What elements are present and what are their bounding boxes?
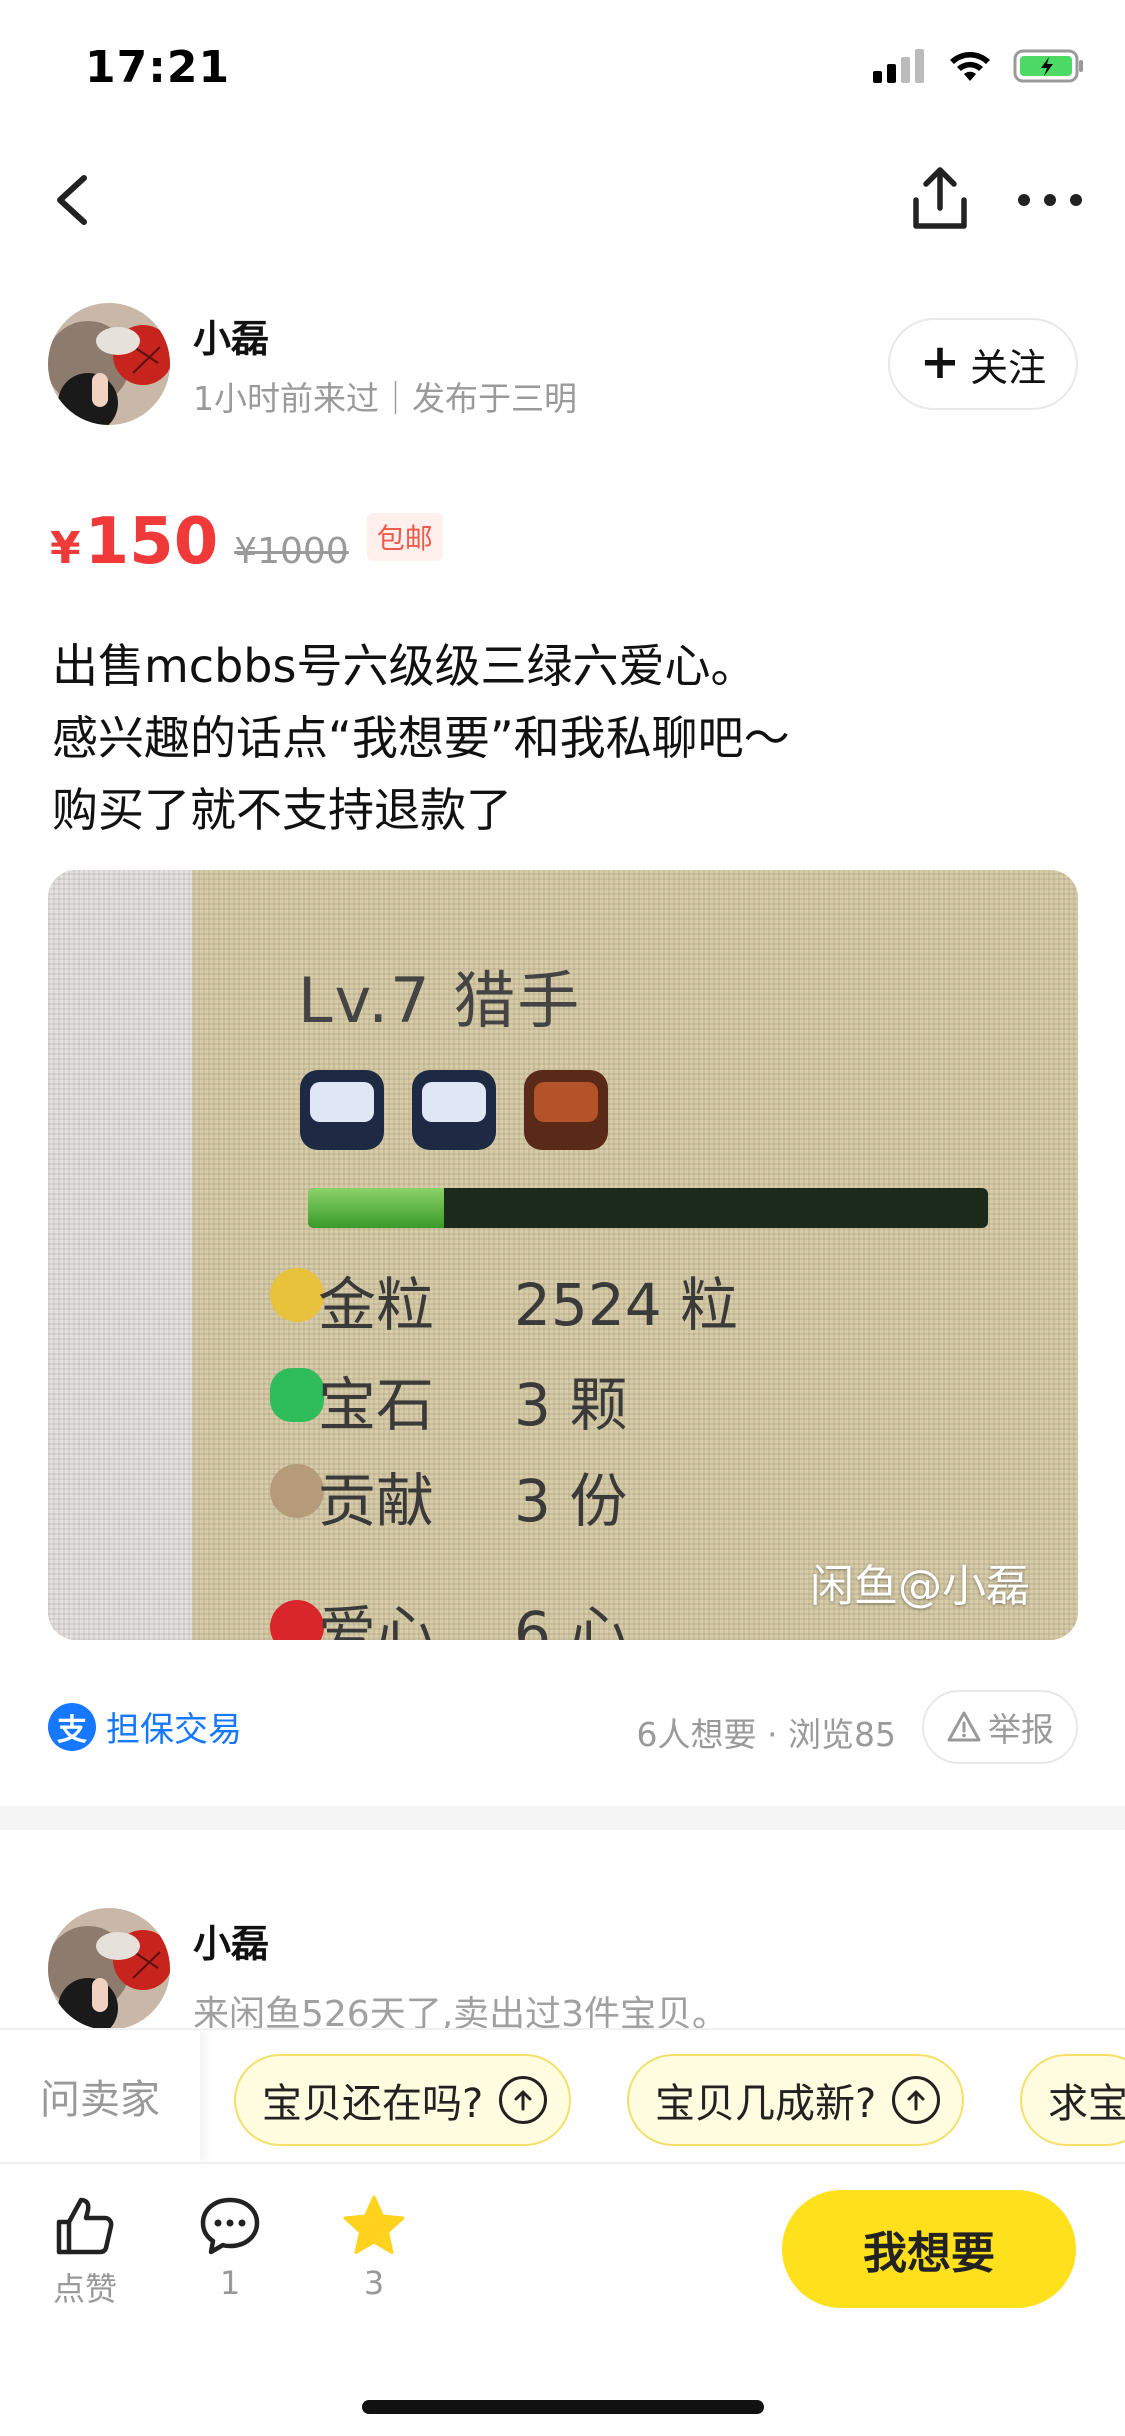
photo-stat-row: 宝石 3 颗 xyxy=(318,1358,627,1442)
want-view-stats: 6人想要 · 浏览85 xyxy=(636,1715,896,1754)
level-progress-fill xyxy=(308,1188,444,1228)
back-button[interactable] xyxy=(44,160,114,240)
description-line: 购买了就不支持退款了 xyxy=(52,783,512,837)
photo-level-title: Lv.7 猎手 xyxy=(298,964,582,1037)
status-bar: 17:21 xyxy=(0,0,1125,135)
stat-label: 宝石 xyxy=(318,1371,435,1439)
want-button[interactable]: 我想要 xyxy=(782,2190,1076,2308)
emerald-icon xyxy=(270,1368,324,1422)
stat-value: 3 颗 xyxy=(514,1371,628,1439)
guarantee-label: 担保交易 xyxy=(106,1710,242,1750)
chevron-left-icon xyxy=(57,175,87,225)
description-line: 出售mcbbs号六级级三绿六爱心。 xyxy=(52,639,757,693)
arrow-up-icon xyxy=(499,2076,548,2124)
battery-icon xyxy=(1013,49,1083,83)
chip-label: 求宝 xyxy=(1048,2081,1125,2127)
follow-button[interactable]: + 关注 xyxy=(888,318,1078,410)
nav-bar xyxy=(0,150,1125,250)
seller-name[interactable]: 小磊 xyxy=(193,308,269,363)
alipay-icon: 支 xyxy=(48,1702,96,1751)
avatar[interactable] xyxy=(48,1908,170,2030)
share-button[interactable] xyxy=(900,156,980,242)
photo-stat-row: 金粒 2524 粒 xyxy=(318,1258,738,1342)
ask-seller-bar: 问卖家 宝贝还在吗? 宝贝几成新? 求宝 xyxy=(0,2028,1125,2164)
warning-icon xyxy=(947,1711,981,1742)
signal-icon xyxy=(873,49,924,83)
arrow-up-icon xyxy=(892,2076,941,2124)
currency-symbol: ¥ xyxy=(50,523,81,574)
star-icon xyxy=(343,2195,405,2254)
home-indicator xyxy=(362,2400,764,2414)
product-photo[interactable]: Lv.7 猎手 金粒 2524 粒 宝石 3 颗 贡献 3 份 爱心 6 心 闲… xyxy=(48,870,1078,1640)
like-button[interactable]: 点赞 xyxy=(35,2194,135,2310)
comment-button[interactable]: 1 xyxy=(180,2194,280,2302)
favorite-count: 3 xyxy=(363,2264,385,2302)
quick-question-chip[interactable]: 宝贝几成新? xyxy=(627,2054,965,2146)
like-label: 点赞 xyxy=(52,2270,117,2308)
bottom-action-bar: 点赞 1 3 我想要 xyxy=(0,2166,1125,2366)
comment-bubble-icon xyxy=(200,2197,260,2255)
stat-value: 6 心 xyxy=(514,1599,628,1640)
photo-watermark: 闲鱼@小磊 xyxy=(810,1561,1030,1612)
current-price: ¥150 xyxy=(50,505,218,579)
thumbs-up-icon xyxy=(56,2197,114,2255)
free-shipping-badge: 包邮 xyxy=(366,513,443,561)
level-progress-bar xyxy=(308,1188,988,1228)
stat-value: 3 份 xyxy=(514,1467,628,1535)
item-description: 出售mcbbs号六级级三绿六爱心。 感兴趣的话点“我想要”和我私聊吧～ 购买了就… xyxy=(52,630,1082,846)
price-row: ¥150 ¥1000 包邮 xyxy=(50,505,443,585)
favorite-button[interactable]: 3 xyxy=(324,2194,424,2302)
stat-label: 贡献 xyxy=(318,1467,435,1535)
guarantee-trade[interactable]: 支 担保交易 xyxy=(48,1702,242,1751)
quick-question-chip[interactable]: 求宝 xyxy=(1020,2054,1125,2146)
share-icon xyxy=(913,167,967,229)
status-icons xyxy=(873,48,1085,84)
more-dots-icon xyxy=(1018,194,1082,206)
photo-stat-row: 贡献 3 份 xyxy=(318,1454,627,1538)
follow-label: 关注 xyxy=(970,345,1047,390)
chip-label: 宝贝几成新? xyxy=(655,2081,877,2127)
photo-stat-row: 爱心 6 心 xyxy=(318,1586,627,1640)
wifi-icon xyxy=(950,52,990,81)
comment-count: 1 xyxy=(219,2264,241,2302)
quick-question-chip[interactable]: 宝贝还在吗? xyxy=(234,2054,572,2146)
price-amount: 150 xyxy=(84,505,219,579)
description-line: 感兴趣的话点“我想要”和我私聊吧～ xyxy=(52,711,790,765)
stat-label: 爱心 xyxy=(318,1599,435,1640)
more-button[interactable] xyxy=(1010,170,1090,230)
plus-icon: + xyxy=(919,334,961,390)
chip-label: 宝贝还在吗? xyxy=(262,2081,484,2127)
gold-nugget-icon xyxy=(270,1268,324,1322)
seller-card-name: 小磊 xyxy=(193,1922,270,1966)
stat-value: 2524 粒 xyxy=(514,1271,739,1339)
seller-card[interactable]: 小磊 来闲鱼526天了,卖出过3件宝贝。 xyxy=(48,1905,1078,2035)
section-divider xyxy=(0,1806,1125,1830)
avatar[interactable] xyxy=(48,303,170,425)
seller-header: 小磊 1小时前来过｜发布于三明 + 关注 xyxy=(48,300,1078,430)
status-time: 17:21 xyxy=(85,42,231,93)
original-price: ¥1000 xyxy=(234,531,349,572)
seller-meta: 1小时前来过｜发布于三明 xyxy=(193,379,577,418)
ask-seller-label: 问卖家 xyxy=(0,2030,200,2162)
stat-label: 金粒 xyxy=(318,1271,435,1339)
report-label: 举报 xyxy=(988,1710,1054,1749)
helmet-icons xyxy=(300,1070,608,1150)
contribution-icon xyxy=(270,1464,324,1518)
report-button[interactable]: 举报 xyxy=(922,1690,1078,1764)
trust-row: 支 担保交易 6人想要 · 浏览85 举报 xyxy=(48,1690,1078,1766)
